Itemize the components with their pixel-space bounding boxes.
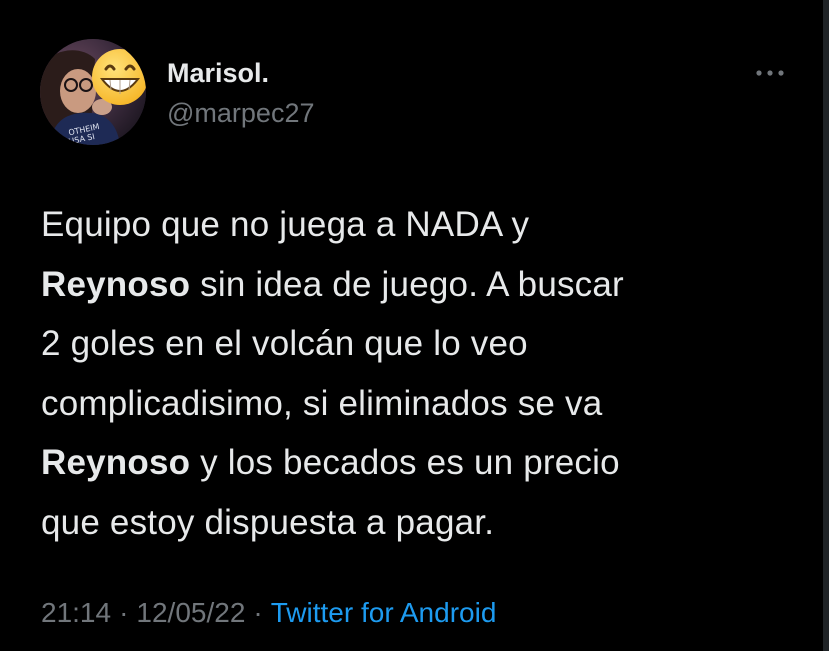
display-name[interactable]: Marisol. <box>167 57 269 89</box>
tweet-text-bold: Reynoso <box>41 264 191 304</box>
tweet-text-line: que estoy dispuesta a pagar. <box>41 493 811 553</box>
scrollbar-edge <box>823 0 829 651</box>
grinning-emoji-icon <box>92 49 146 105</box>
more-options-button[interactable] <box>748 58 792 88</box>
tweet-text-line: 2 goles en el volcán que lo veo <box>41 314 811 374</box>
more-horizontal-icon <box>756 70 784 76</box>
tweet-text-segment: Equipo que no juega a NADA y <box>41 205 530 244</box>
tweet-date[interactable]: 12/05/22 <box>136 597 245 628</box>
tweet-meta: 21:14 · 12/05/22 · Twitter for Android <box>41 596 496 630</box>
tweet-text-segment: que estoy dispuesta a pagar. <box>41 502 495 542</box>
meta-separator: · <box>119 597 129 628</box>
tweet-text-line: Equipo que no juega a NADA y <box>41 195 811 255</box>
avatar-image: OTHEIM JUSA SI <box>40 39 146 145</box>
tweet-card: OTHEIM JUSA SI Marisol. @marpec27 Equipo… <box>0 0 829 651</box>
tweet-text-line: Reynoso sin idea de juego. A buscar <box>41 255 811 315</box>
meta-separator: · <box>253 597 263 628</box>
tweet-text-bold: Reynoso <box>41 443 191 482</box>
tweet-source-link[interactable]: Twitter for Android <box>271 597 497 628</box>
tweet-text-segment: y los becados es un precio <box>190 443 620 482</box>
tweet-text: Equipo que no juega a NADA y Reynoso sin … <box>41 195 811 552</box>
avatar[interactable]: OTHEIM JUSA SI <box>40 39 146 145</box>
tweet-text-line: complicadisimo, si eliminados se va <box>41 374 811 434</box>
tweet-text-segment: sin idea de juego. A buscar <box>190 264 624 304</box>
tweet-text-segment: 2 goles en el volcán que lo veo <box>41 324 528 363</box>
tweet-text-segment: complicadisimo, si eliminados se va <box>41 383 603 423</box>
tweet-text-line: Reynoso y los becados es un precio <box>41 433 811 493</box>
user-handle[interactable]: @marpec27 <box>167 97 314 129</box>
tweet-time[interactable]: 21:14 <box>41 597 111 628</box>
